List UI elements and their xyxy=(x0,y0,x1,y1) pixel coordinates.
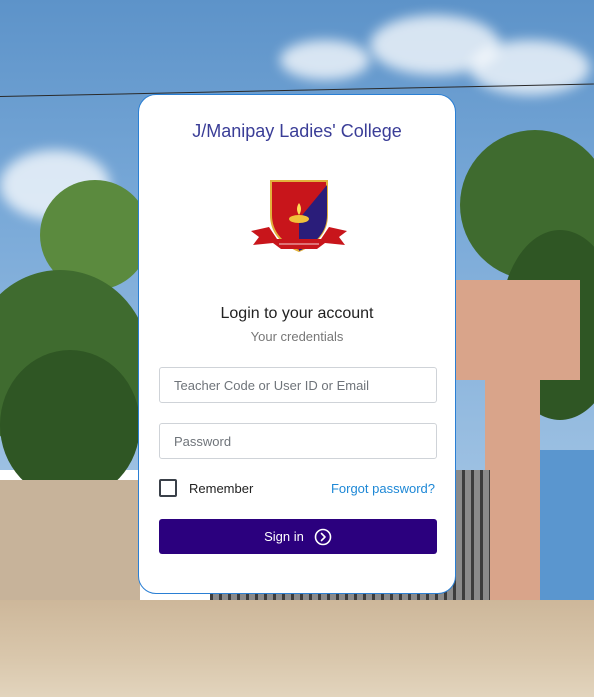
sign-in-button[interactable]: Sign in xyxy=(159,519,437,554)
college-crest-icon xyxy=(247,175,351,259)
sign-in-label: Sign in xyxy=(264,529,304,544)
forgot-password-link[interactable]: Forgot password? xyxy=(331,481,435,496)
password-input[interactable] xyxy=(159,423,437,459)
remember-checkbox[interactable] xyxy=(159,479,177,497)
login-card: J/Manipay Ladies' College Login to your … xyxy=(138,94,456,594)
remember-label: Remember xyxy=(189,481,254,496)
college-title: J/Manipay Ladies' College xyxy=(192,121,402,141)
arrow-circle-right-icon xyxy=(314,528,332,546)
userid-input[interactable] xyxy=(159,367,437,403)
login-heading: Login to your account xyxy=(220,305,374,322)
login-subheading: Your credentials xyxy=(250,329,344,344)
